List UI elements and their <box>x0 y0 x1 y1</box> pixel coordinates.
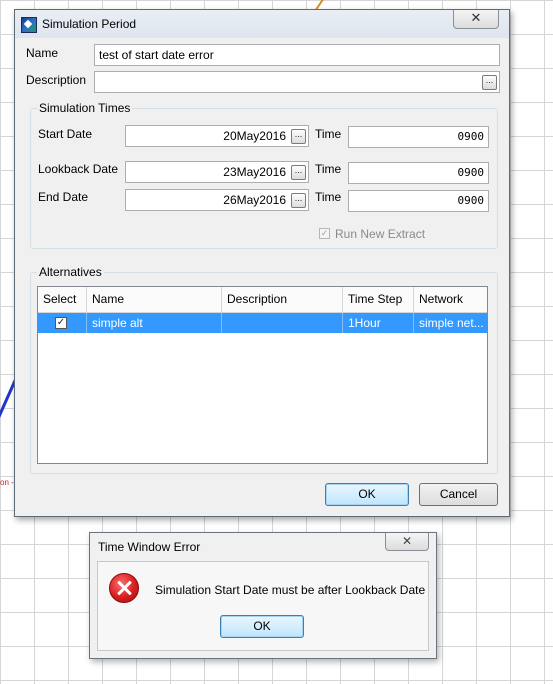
cancel-button[interactable]: Cancel <box>419 483 498 506</box>
simulation-period-dialog: Simulation Period ✕ Name test of start d… <box>14 9 510 517</box>
run-new-extract-label: Run New Extract <box>335 227 426 241</box>
run-new-extract-checkbox[interactable]: ✓ <box>319 228 330 239</box>
error-icon <box>109 573 139 603</box>
simulation-times-title: Simulation Times <box>37 101 133 115</box>
column-header-name[interactable]: Name <box>87 287 222 312</box>
time-window-error-dialog: Time Window Error ✕ Simulation Start Dat… <box>89 532 437 659</box>
name-cell: simple alt <box>87 313 222 333</box>
description-ellipsis-button[interactable]: ... <box>482 75 497 90</box>
close-button[interactable]: ✕ <box>453 10 499 29</box>
end-date-label: End Date <box>38 190 89 204</box>
name-label: Name <box>26 46 59 60</box>
description-cell <box>222 313 343 333</box>
background-label-fragment: on - <box>0 478 14 487</box>
start-date-label: Start Date <box>38 127 93 141</box>
end-date-input[interactable]: 26May2016 <box>125 189 309 211</box>
description-input[interactable] <box>94 71 500 93</box>
error-ok-button[interactable]: OK <box>220 615 304 638</box>
error-dialog-title: Time Window Error <box>98 540 201 554</box>
time-step-cell: 1Hour <box>343 313 414 333</box>
lookback-time-label: Time <box>315 162 342 176</box>
alternatives-table[interactable]: Select Name Description Time Step Networ… <box>37 286 488 464</box>
end-time-input[interactable]: 0900 <box>348 190 489 212</box>
lookback-date-label: Lookback Date <box>38 162 119 176</box>
name-input[interactable]: test of start date error <box>94 44 500 66</box>
app-icon <box>21 17 37 33</box>
column-header-time-step[interactable]: Time Step <box>343 287 414 312</box>
ok-button[interactable]: OK <box>325 483 409 506</box>
column-header-network[interactable]: Network <box>414 287 487 312</box>
start-date-picker-button[interactable]: ... <box>291 129 306 144</box>
start-time-label: Time <box>315 127 342 141</box>
table-row[interactable]: ✓ simple alt 1Hour simple net... <box>38 313 487 333</box>
select-cell: ✓ <box>38 313 87 333</box>
column-header-description[interactable]: Description <box>222 287 343 312</box>
start-date-input[interactable]: 20May2016 <box>125 125 309 147</box>
lookback-date-picker-button[interactable]: ... <box>291 165 306 180</box>
dialog-title: Simulation Period <box>42 17 137 31</box>
row-select-checkbox[interactable]: ✓ <box>55 317 67 329</box>
lookback-date-input[interactable]: 23May2016 <box>125 161 309 183</box>
end-date-picker-button[interactable]: ... <box>291 193 306 208</box>
network-cell: simple net... <box>419 316 484 330</box>
dialog-titlebar[interactable]: Simulation Period ✕ <box>15 10 509 38</box>
alternatives-title: Alternatives <box>37 265 104 279</box>
lookback-time-input[interactable]: 0900 <box>348 162 489 184</box>
error-close-button[interactable]: ✕ <box>385 533 429 551</box>
table-header: Select Name Description Time Step Networ… <box>38 287 487 313</box>
description-label: Description <box>26 73 87 87</box>
error-message: Simulation Start Date must be after Look… <box>155 583 426 597</box>
column-header-select[interactable]: Select <box>38 287 87 312</box>
start-time-input[interactable]: 0900 <box>348 126 489 148</box>
end-time-label: Time <box>315 190 342 204</box>
